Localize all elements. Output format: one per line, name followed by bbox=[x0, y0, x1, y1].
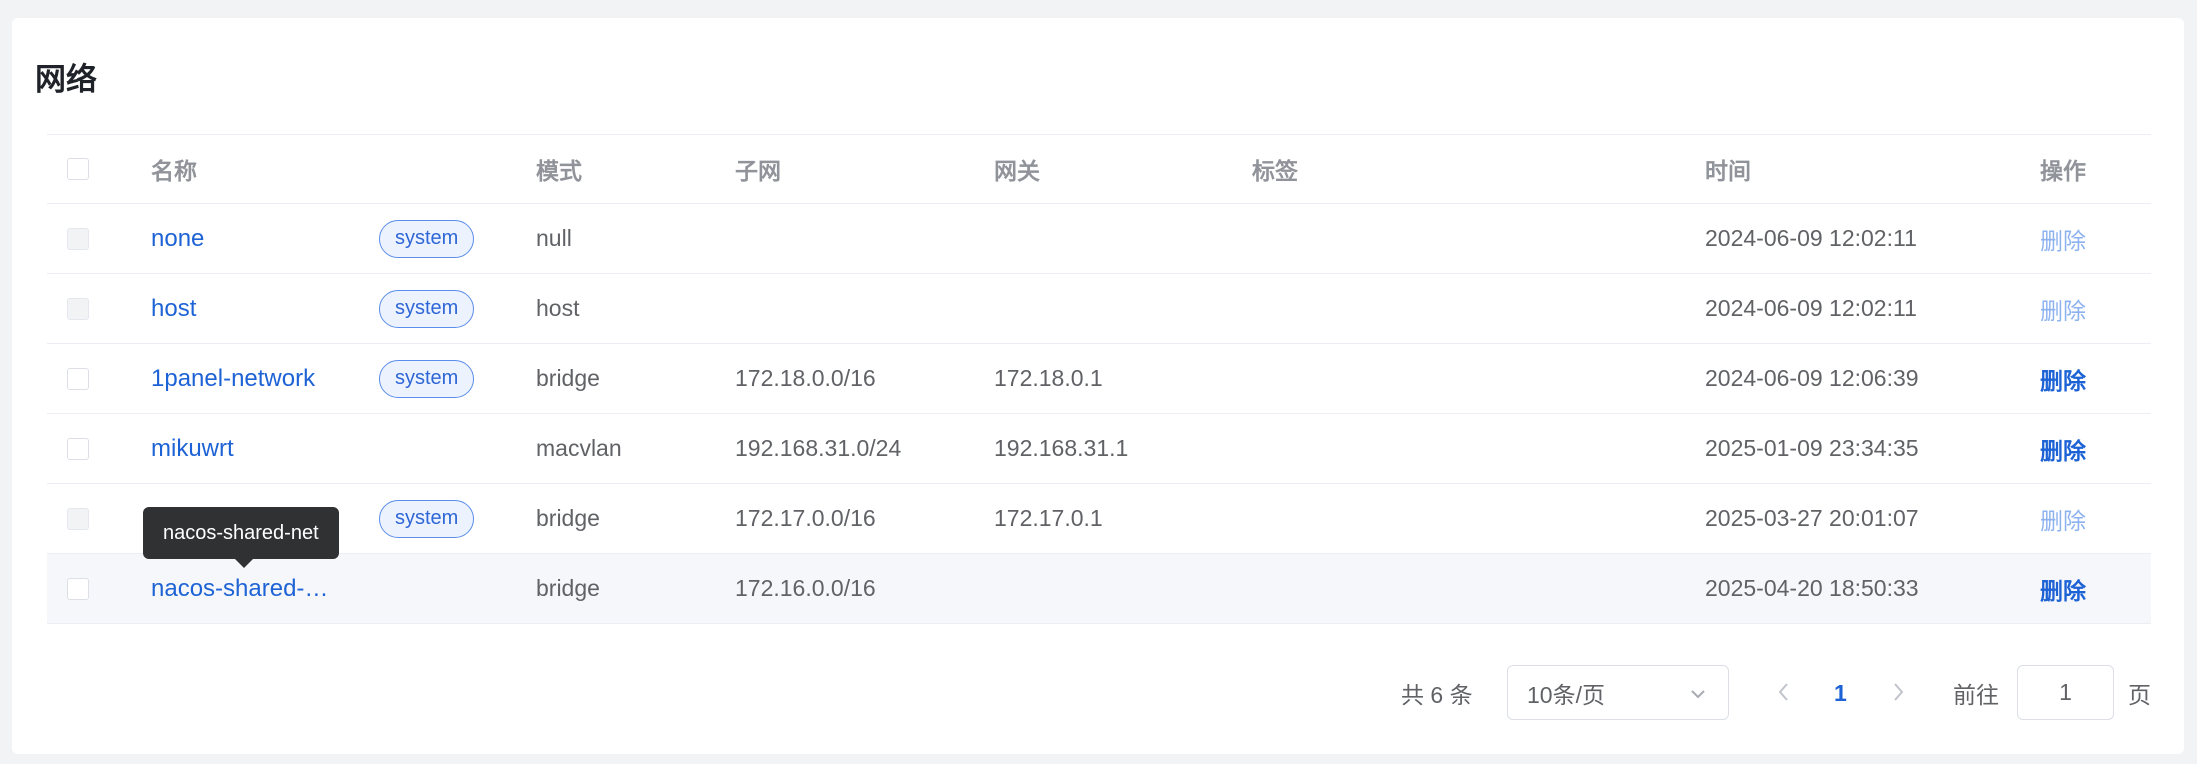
network-gateway: 172.18.0.1 bbox=[994, 365, 1103, 391]
header-actions: 操作 bbox=[2040, 158, 2086, 184]
pagination-total: 共 6 条 bbox=[1401, 682, 1473, 708]
row-checkbox bbox=[67, 227, 89, 250]
network-mode: host bbox=[536, 295, 580, 321]
chevron-left-icon[interactable] bbox=[1774, 678, 1794, 711]
page-size-select[interactable]: 10条/页 bbox=[1507, 665, 1729, 720]
network-subnet: 172.18.0.0/16 bbox=[735, 365, 876, 391]
delete-button[interactable]: 删除 bbox=[2040, 362, 2086, 396]
row-checkbox bbox=[67, 507, 89, 530]
page-size-value: 10条/页 bbox=[1527, 681, 1605, 708]
select-all-checkbox[interactable] bbox=[67, 158, 89, 180]
delete-button[interactable]: 删除 bbox=[2040, 432, 2086, 466]
network-time: 2025-03-27 20:01:07 bbox=[1705, 505, 1919, 531]
row-checkbox[interactable] bbox=[67, 577, 89, 600]
system-tag: system bbox=[379, 359, 475, 398]
network-subnet: 192.168.31.0/24 bbox=[735, 435, 902, 461]
network-name-link[interactable]: 1panel-network bbox=[151, 365, 315, 393]
goto-label: 前往 bbox=[1953, 682, 1999, 708]
chevron-down-icon bbox=[1688, 683, 1708, 710]
header-name[interactable]: 名称 bbox=[151, 135, 197, 203]
header-subnet: 子网 bbox=[735, 158, 781, 184]
network-mode: bridge bbox=[536, 505, 600, 531]
network-subnet: 172.16.0.0/16 bbox=[735, 575, 876, 601]
network-mode: null bbox=[536, 225, 572, 251]
table-row: system bridge 172.17.0.0/16 172.17.0.1 2… bbox=[47, 484, 2151, 554]
row-checkbox[interactable] bbox=[67, 367, 89, 390]
network-time: 2024-06-09 12:02:11 bbox=[1705, 295, 1917, 321]
network-time: 2024-06-09 12:02:11 bbox=[1705, 225, 1917, 251]
tooltip-arrow bbox=[234, 558, 254, 568]
chevron-right-icon[interactable] bbox=[1888, 678, 1908, 711]
system-tag: system bbox=[379, 219, 475, 258]
network-subnet: 172.17.0.0/16 bbox=[735, 505, 876, 531]
network-time: 2024-06-09 12:06:39 bbox=[1705, 365, 1919, 391]
header-labels: 标签 bbox=[1252, 158, 1298, 184]
delete-button: 删除 bbox=[2040, 227, 2086, 254]
row-checkbox bbox=[67, 297, 89, 320]
table-row: 1panel-network system bridge 172.18.0.0/… bbox=[47, 344, 2151, 414]
network-name-link[interactable]: none bbox=[151, 225, 204, 253]
network-name-link[interactable]: nacos-shared-… bbox=[151, 575, 328, 603]
table-row: mikuwrt macvlan 192.168.31.0/24 192.168.… bbox=[47, 414, 2151, 484]
system-tag: system bbox=[379, 289, 475, 328]
row-checkbox[interactable] bbox=[67, 437, 89, 460]
network-time: 2025-04-20 18:50:33 bbox=[1705, 575, 1919, 601]
network-gateway: 172.17.0.1 bbox=[994, 505, 1103, 531]
network-mode: bridge bbox=[536, 575, 600, 601]
page-number-current[interactable]: 1 bbox=[1834, 665, 1847, 721]
network-table: 名称 模式 子网 网关 标签 时间 操作 none system null 20… bbox=[47, 134, 2151, 624]
delete-button: 删除 bbox=[2040, 507, 2086, 534]
header-gateway: 网关 bbox=[994, 158, 1040, 184]
network-name-link[interactable]: host bbox=[151, 295, 196, 323]
header-mode: 模式 bbox=[536, 158, 582, 184]
delete-button[interactable]: 删除 bbox=[2040, 572, 2086, 606]
header-time: 时间 bbox=[1705, 158, 1751, 184]
page-title: 网络 bbox=[35, 62, 97, 97]
network-name-link[interactable]: mikuwrt bbox=[151, 435, 234, 463]
goto-suffix: 页 bbox=[2128, 682, 2151, 708]
goto-page-input[interactable] bbox=[2017, 665, 2114, 720]
table-header: 名称 模式 子网 网关 标签 时间 操作 bbox=[47, 134, 2151, 204]
network-mode: bridge bbox=[536, 365, 600, 391]
delete-button: 删除 bbox=[2040, 297, 2086, 324]
table-row: host system host 2024-06-09 12:02:11 删除 bbox=[47, 274, 2151, 344]
network-time: 2025-01-09 23:34:35 bbox=[1705, 435, 1919, 461]
network-mode: macvlan bbox=[536, 435, 622, 461]
table-row: nacos-shared-… bridge 172.16.0.0/16 2025… bbox=[47, 554, 2151, 624]
network-gateway: 192.168.31.1 bbox=[994, 435, 1129, 461]
system-tag: system bbox=[379, 499, 475, 538]
table-row: none system null 2024-06-09 12:02:11 删除 bbox=[47, 204, 2151, 274]
name-tooltip: nacos-shared-net bbox=[143, 507, 339, 559]
